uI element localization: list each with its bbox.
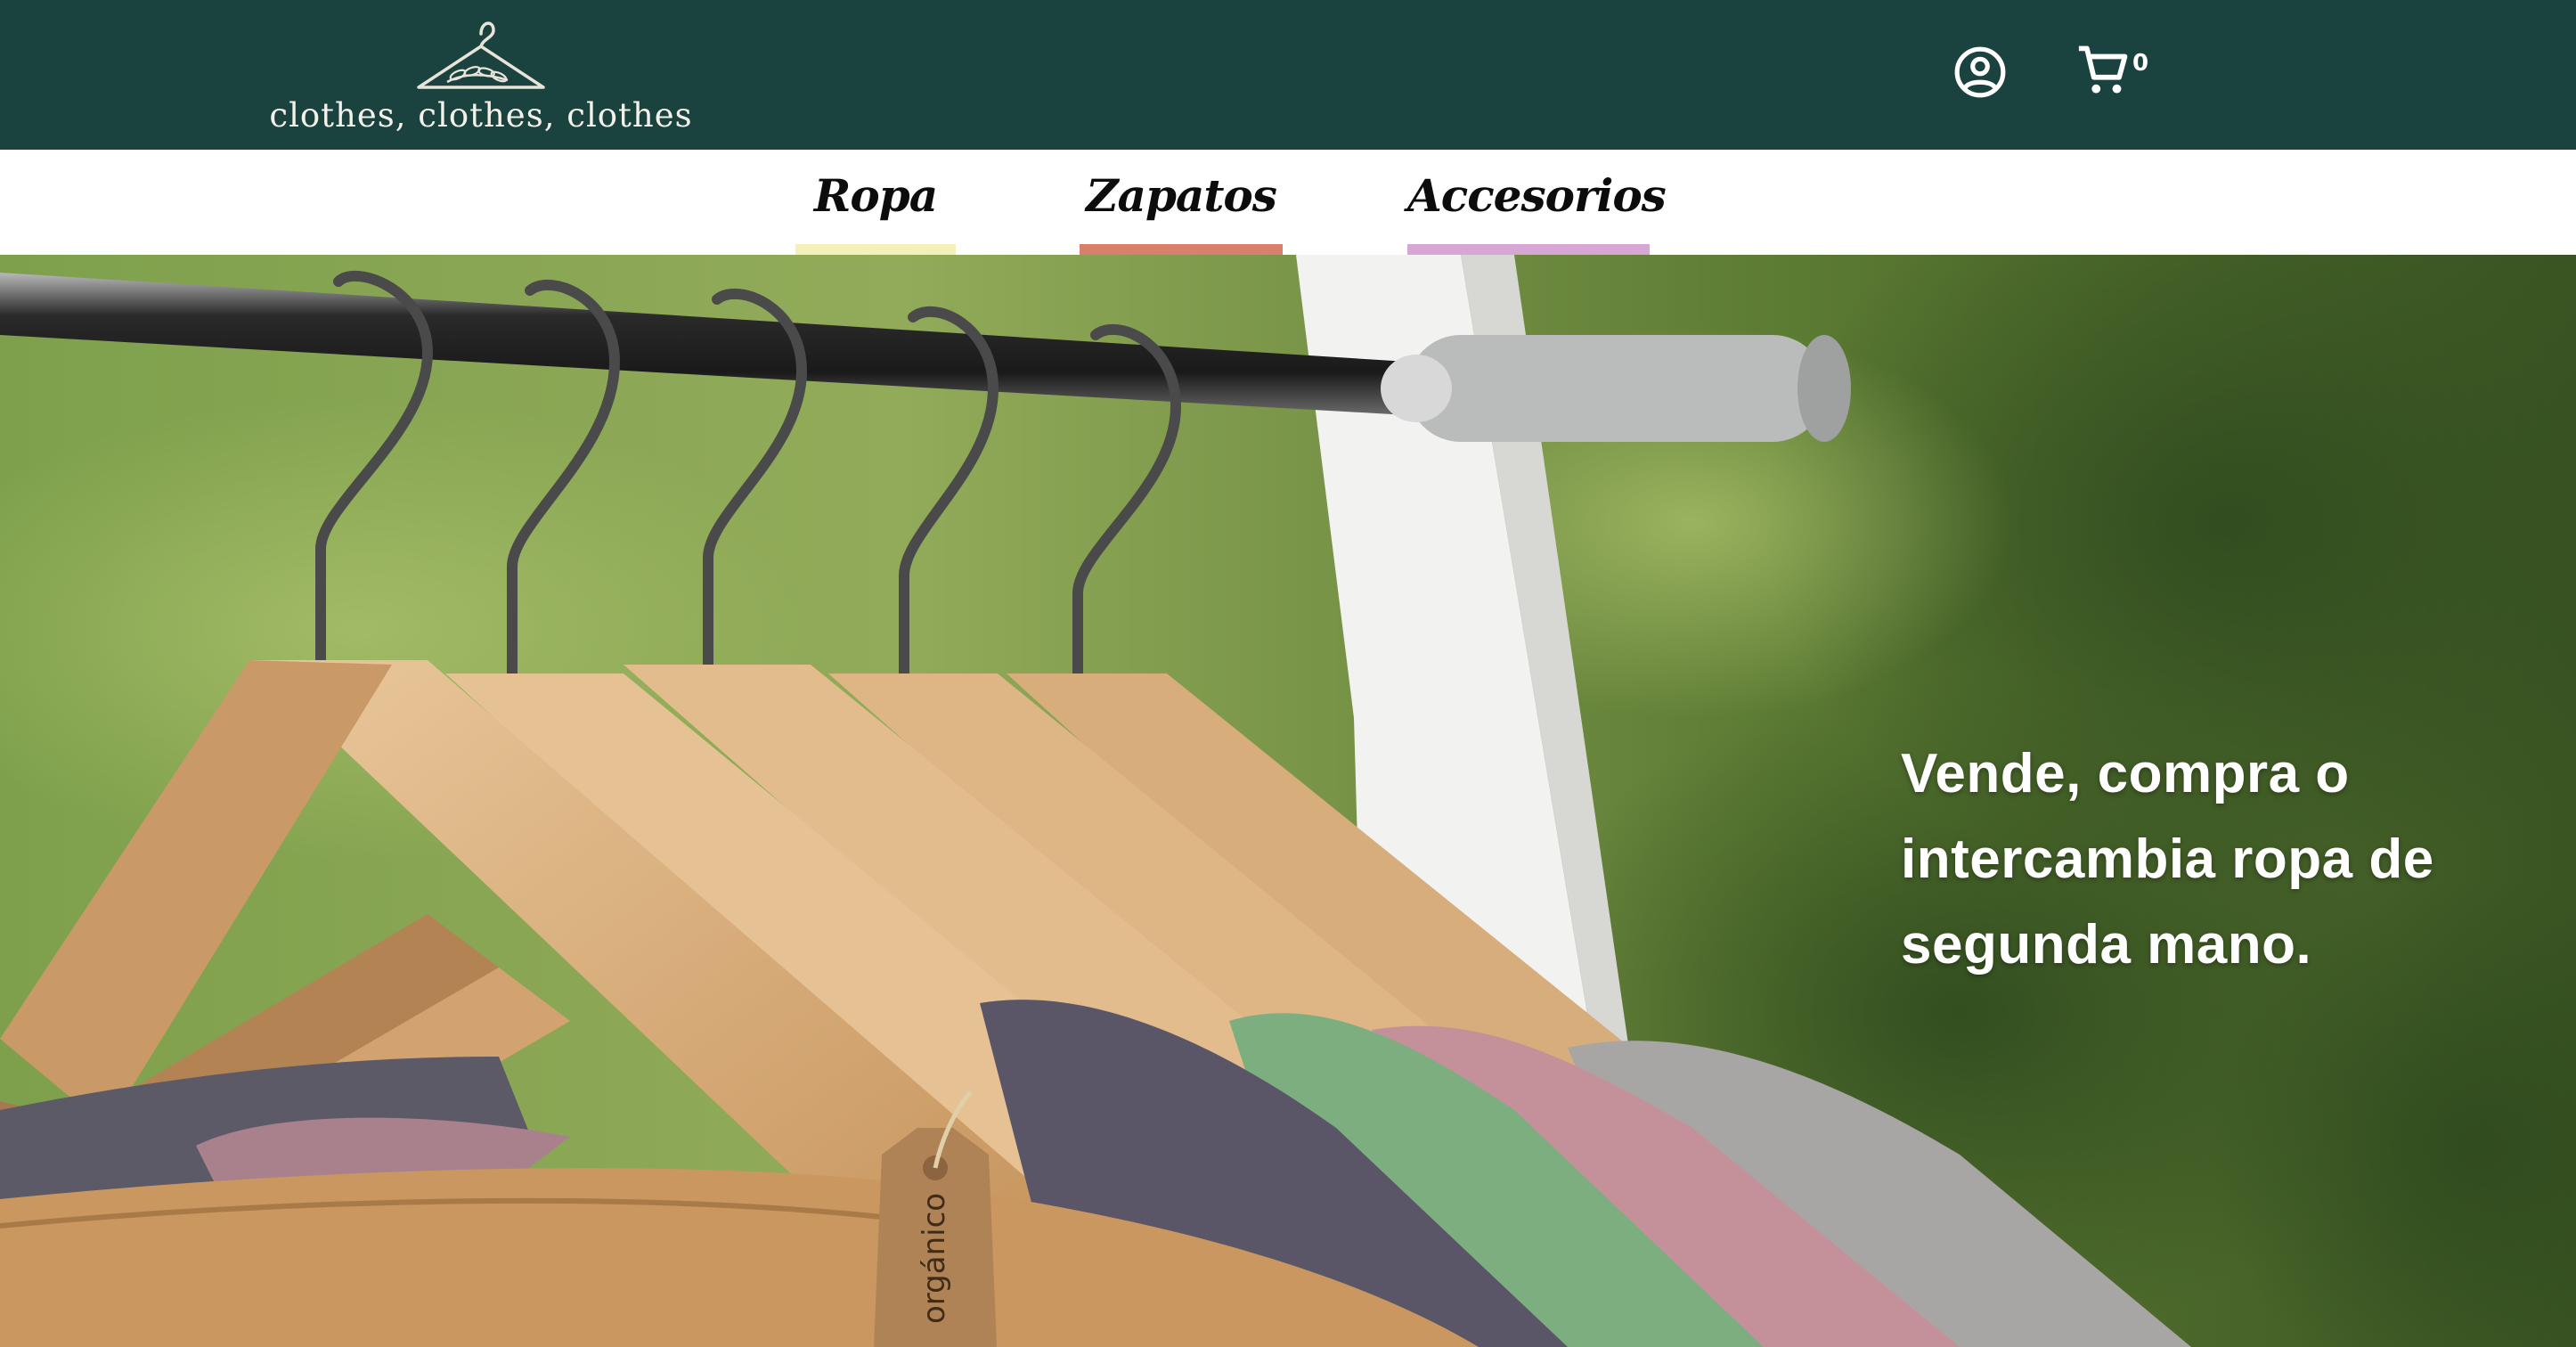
cart-button[interactable]: 0 [2075, 43, 2156, 102]
hero-banner: orgánico Vende, compra o intercambia rop… [0, 255, 2576, 1347]
tab-accent [795, 244, 956, 255]
cart-count-badge: 0 [2132, 50, 2149, 77]
brand-name: clothes, clothes, clothes [269, 96, 693, 135]
tab-accent [1080, 244, 1283, 255]
tab-label: Accesorios [1407, 169, 1667, 222]
hero-headline: Vende, compra o intercambia ropa de segu… [1901, 743, 2434, 976]
tab-accent [1407, 244, 1650, 255]
tag-text: orgánico [917, 1193, 952, 1324]
tab-accesorios[interactable]: Accesorios [1407, 150, 1667, 255]
shopping-cart-icon [2078, 45, 2128, 94]
tab-label: Ropa [813, 169, 938, 222]
tab-ropa[interactable]: Ropa [795, 150, 956, 255]
account-circle-icon [1954, 46, 2006, 98]
tab-zapatos[interactable]: Zapatos [1080, 150, 1283, 255]
brand-logo[interactable]: clothes, clothes, clothes [267, 9, 695, 143]
top-bar: clothes, clothes, clothes 0 [0, 0, 2576, 150]
category-nav: Ropa Zapatos Accesorios [0, 150, 2576, 255]
tab-label: Zapatos [1086, 169, 1277, 222]
hanger-logo-icon [417, 21, 545, 89]
account-button[interactable] [1952, 45, 2008, 100]
